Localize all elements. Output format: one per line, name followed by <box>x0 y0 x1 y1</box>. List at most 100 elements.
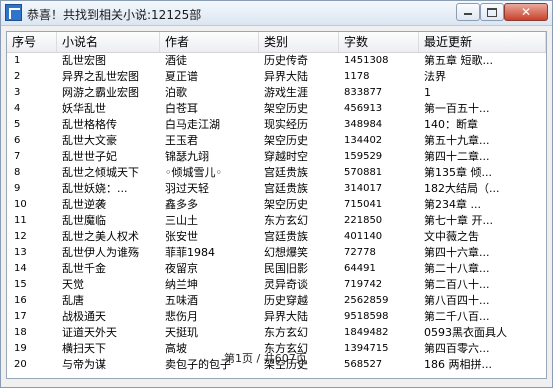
author: 天挺玑 <box>165 326 198 339</box>
word-count: 72778 <box>344 247 376 258</box>
table-row[interactable]: 18 证道天外天 天挺玑 东方玄幻 1849482 0593黑衣面具人 <box>7 325 546 341</box>
author: 泊歌 <box>165 86 187 99</box>
word-count: 9518598 <box>344 311 389 322</box>
table-row[interactable]: 10 乱世逆袭 鑫多多 架空历史 715041 第234章 ... <box>7 197 546 213</box>
category: 历史传奇 <box>264 54 308 67</box>
row-index: 16 <box>14 295 27 306</box>
author: 王玉君 <box>165 134 198 147</box>
category: 宫廷贵族 <box>264 230 308 243</box>
table-row[interactable]: 3 网游之霸业宏图 泊歌 游戏生涯 833877 1 <box>7 85 546 101</box>
column-header-word-count[interactable]: 字数 <box>339 32 419 52</box>
word-count: 1849482 <box>344 327 389 338</box>
column-header-title[interactable]: 小说名 <box>57 32 160 52</box>
word-count: 314017 <box>344 183 383 194</box>
author: 张安世 <box>165 230 198 243</box>
category: 穿越时空 <box>264 150 308 163</box>
table-row[interactable]: 2 异界之乱世宏图 夏正谱 异界大陆 1178 法界 <box>7 69 546 85</box>
table-row[interactable]: 9 乱世妖娆：... 羽过天轻 宫廷贵族 314017 182大结局（... <box>7 181 546 197</box>
latest-update: 第一百五十... <box>424 102 490 115</box>
row-index: 3 <box>14 87 21 98</box>
main-window: 恭喜！共找到相关小说:12125部 ✕ 序号 小说名 作者 类别 字数 最近更新… <box>0 0 553 388</box>
category: 现实经历 <box>264 118 308 131</box>
category: 宫廷贵族 <box>264 182 308 195</box>
latest-update: 法界 <box>424 70 446 83</box>
category: 幻想爆笑 <box>264 246 308 259</box>
novel-title: 乱世格格传 <box>62 118 117 131</box>
close-button[interactable]: ✕ <box>504 3 548 21</box>
table-row[interactable]: 12 乱世之美人权术 张安世 宫廷贵族 401140 文中薇之吿 <box>7 229 546 245</box>
word-count: 1178 <box>344 71 370 82</box>
author: 菲菲1984 <box>165 246 215 259</box>
table-row[interactable]: 11 乱世魔临 三山土 东方玄幻 221850 第七十章 开... <box>7 213 546 229</box>
row-index: 15 <box>14 279 27 290</box>
category: 历史穿越 <box>264 294 308 307</box>
word-count: 570881 <box>344 167 383 178</box>
author: 三山土 <box>165 214 198 227</box>
table-row[interactable]: 17 战极通天 悲伤月 异界大陆 9518598 第二千八百... <box>7 309 546 325</box>
word-count: 134402 <box>344 135 383 146</box>
novel-title: 乱世伊人为谁殇 <box>62 246 139 259</box>
table-row[interactable]: 16 乱唐 五味酒 历史穿越 2562859 第八百四十... <box>7 293 546 309</box>
row-index: 8 <box>14 167 21 178</box>
latest-update: 第二十八章... <box>424 262 490 275</box>
word-count: 456913 <box>344 103 383 114</box>
word-count: 833877 <box>344 87 383 98</box>
category: 宫廷贵族 <box>264 166 308 179</box>
row-index: 7 <box>14 151 21 162</box>
row-index: 5 <box>14 119 21 130</box>
novel-title: 乱世妖娆：... <box>62 182 128 195</box>
row-index: 14 <box>14 263 27 274</box>
novel-title: 乱世世子妃 <box>62 150 117 163</box>
row-index: 4 <box>14 103 21 114</box>
table-row[interactable]: 13 乱世伊人为谁殇 菲菲1984 幻想爆笑 72778 第四十六章... <box>7 245 546 261</box>
table-row[interactable]: 7 乱世世子妃 锦瑟九翊 穿越时空 159529 第四十二章... <box>7 149 546 165</box>
novel-title: 乱世逆袭 <box>62 198 106 211</box>
table-row[interactable]: 15 天觉 纳兰坤 灵异奇谈 719742 第二百八十... <box>7 277 546 293</box>
category: 架空历史 <box>264 102 308 115</box>
author: 夜留京 <box>165 262 198 275</box>
author: 白马走江湖 <box>165 118 220 131</box>
row-index: 17 <box>14 311 27 322</box>
word-count: 2562859 <box>344 295 389 306</box>
novel-title: 乱世大文豪 <box>62 134 117 147</box>
app-icon <box>5 4 22 21</box>
novel-title: 乱世宏图 <box>62 54 106 67</box>
latest-update: 1 <box>424 86 431 99</box>
row-index: 11 <box>14 215 27 226</box>
column-header-author[interactable]: 作者 <box>160 32 259 52</box>
minimize-button[interactable] <box>456 3 480 21</box>
latest-update: 第135章 倾... <box>424 166 492 179</box>
table-row[interactable]: 14 乱世千金 夜留京 民国旧影 64491 第二十八章... <box>7 261 546 277</box>
table-row[interactable]: 4 妖华乱世 白苍耳 架空历史 456913 第一百五十... <box>7 101 546 117</box>
table-row[interactable]: 6 乱世大文豪 王玉君 架空历史 134402 第五十九章... <box>7 133 546 149</box>
column-header-latest-update[interactable]: 最近更新 <box>419 32 546 52</box>
maximize-button[interactable] <box>480 3 504 21</box>
latest-update: 第五十九章... <box>424 134 490 147</box>
row-index: 18 <box>14 327 27 338</box>
title-bar[interactable]: 恭喜！共找到相关小说:12125部 ✕ <box>1 1 552 26</box>
novel-title: 乱世千金 <box>62 262 106 275</box>
novel-list[interactable]: 序号 小说名 作者 类别 字数 最近更新 1 乱世宏图 酒徒 历史传奇 1451308 第… <box>6 31 547 379</box>
table-row[interactable]: 8 乱世之倾城天下 ◦倾城雪儿◦ 宫廷贵族 570881 第135章 倾... <box>7 165 546 181</box>
word-count: 221850 <box>344 215 383 226</box>
word-count: 64491 <box>344 263 376 274</box>
column-header-index[interactable]: 序号 <box>7 32 57 52</box>
table-row[interactable]: 5 乱世格格传 白马走江湖 现实经历 348984 140：断章 <box>7 117 546 133</box>
table-row[interactable]: 1 乱世宏图 酒徒 历史传奇 1451308 第五章 短歌... <box>7 53 546 69</box>
novel-title: 乱世之倾城天下 <box>62 166 139 179</box>
novel-title: 证道天外天 <box>62 326 117 339</box>
latest-update: 140：断章 <box>424 118 478 131</box>
latest-update: 0593黑衣面具人 <box>424 326 507 339</box>
category: 架空历史 <box>264 134 308 147</box>
category: 游戏生涯 <box>264 86 308 99</box>
novel-title: 乱世之美人权术 <box>62 230 139 243</box>
list-header: 序号 小说名 作者 类别 字数 最近更新 <box>7 32 546 53</box>
category: 架空历史 <box>264 198 308 211</box>
novel-title: 乱唐 <box>62 294 84 307</box>
row-index: 10 <box>14 199 27 210</box>
author: 白苍耳 <box>165 102 198 115</box>
latest-update: 第二百八十... <box>424 278 490 291</box>
word-count: 159529 <box>344 151 383 162</box>
latest-update: 第四十二章... <box>424 150 490 163</box>
column-header-category[interactable]: 类别 <box>259 32 339 52</box>
